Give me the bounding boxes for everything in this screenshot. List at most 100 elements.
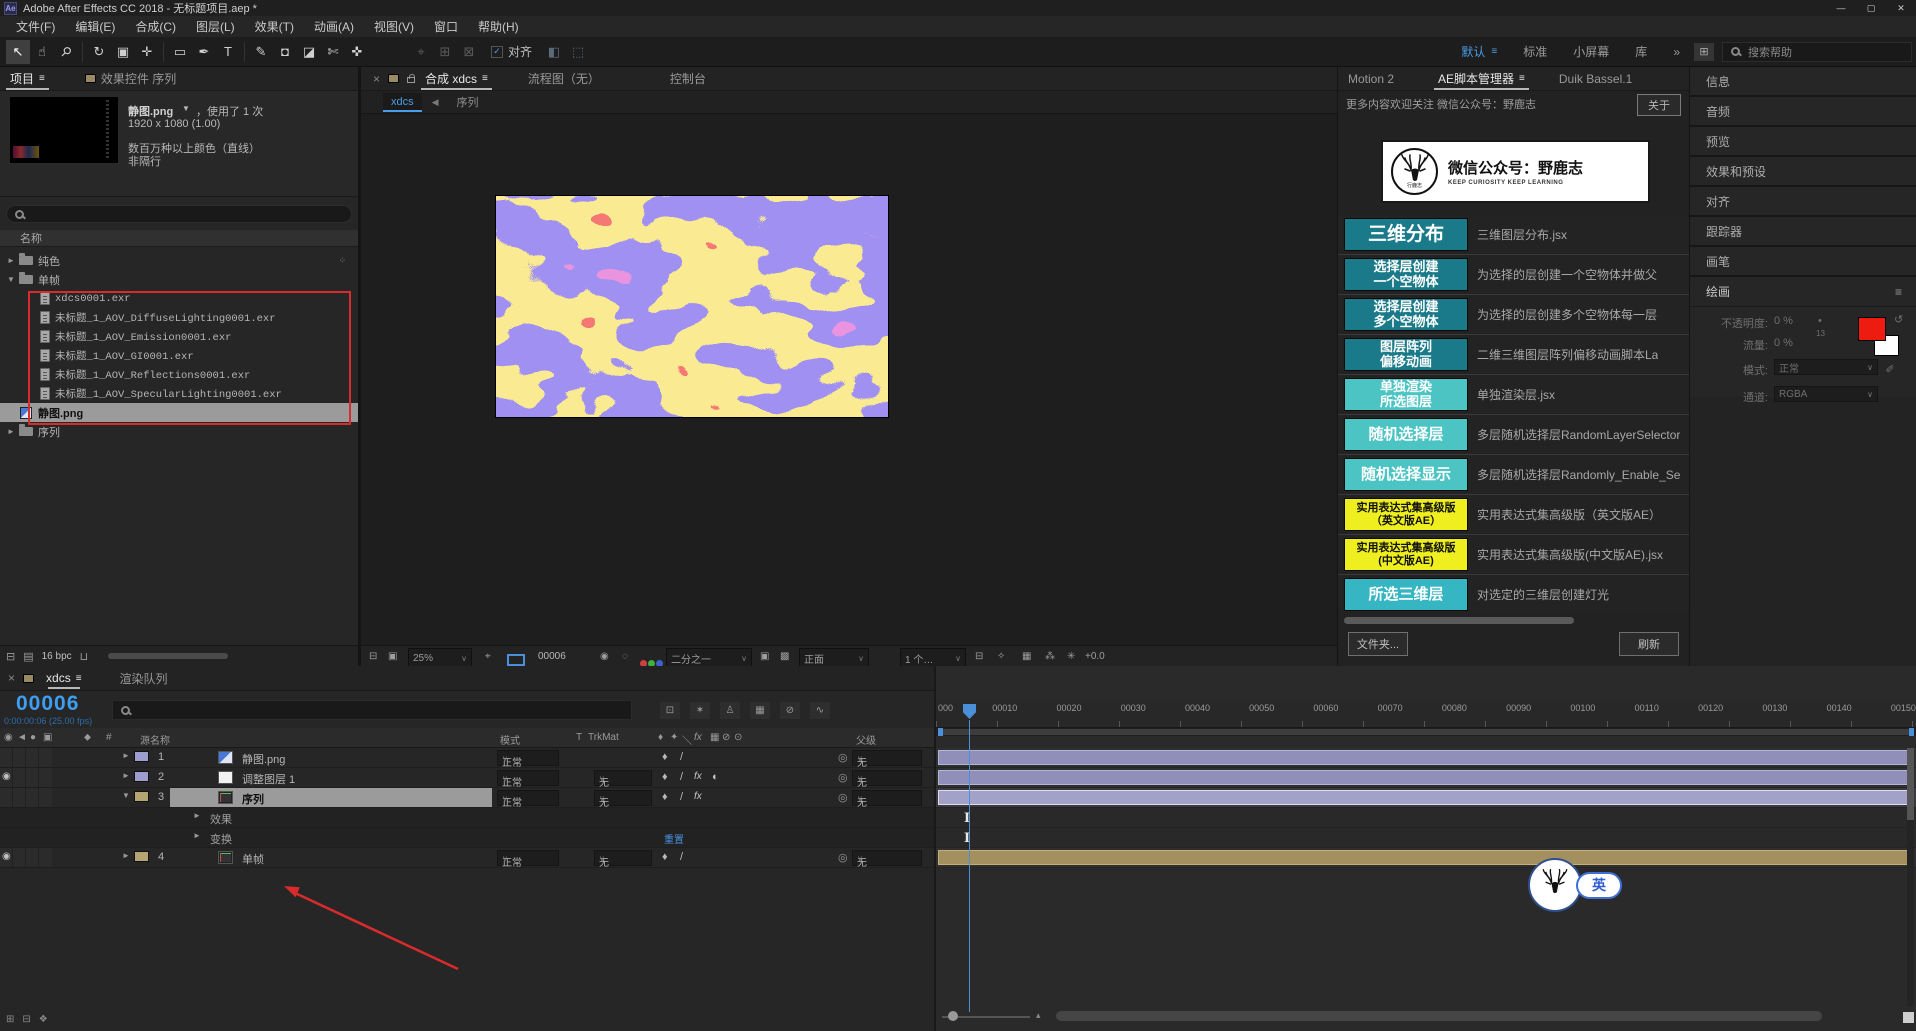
flow-value[interactable]: 0 %	[1774, 337, 1793, 349]
tab-script-manager[interactable]: AE脚本管理器 ≡	[1428, 67, 1535, 91]
opacity-value[interactable]: 0 %	[1774, 315, 1793, 327]
pickwhip-icon[interactable]: ◎	[838, 851, 848, 864]
blend-mode-select[interactable]: 正常∨	[497, 850, 559, 866]
panel-effects-presets[interactable]: 效果和预设	[1690, 157, 1916, 187]
time-ruler[interactable]: 0000001000020000300004000050000600007000…	[936, 700, 1916, 728]
workspace-bar-icon[interactable]: ⊞	[1694, 43, 1714, 61]
parent-column[interactable]: 父级	[856, 732, 876, 747]
grid-guides-icon[interactable]: ⌖	[485, 646, 491, 666]
help-search-input[interactable]: 搜索帮助	[1722, 42, 1912, 62]
workspace-menu-icon[interactable]: ≡	[1491, 46, 1497, 57]
main-monitor-icon[interactable]: ▣	[388, 646, 397, 666]
layer-bar-3-selected[interactable]	[938, 790, 1912, 805]
fx-switch[interactable]: fx	[694, 771, 702, 782]
eye-icon[interactable]: ◉	[2, 771, 11, 782]
panel-menu-icon[interactable]: ≡	[1895, 285, 1902, 299]
tab-project[interactable]: 项目 ≡	[0, 67, 55, 91]
brush-tool-icon[interactable]: ✎	[249, 40, 273, 64]
label-color-chip[interactable]	[134, 791, 149, 802]
mode-column[interactable]: 模式	[500, 732, 520, 747]
menu-effect[interactable]: 效果(T)	[245, 18, 304, 35]
fx-switch[interactable]: fx	[694, 791, 702, 802]
menu-composition[interactable]: 合成(C)	[125, 18, 186, 35]
snap-toggle[interactable]: ✓ 对齐	[491, 43, 532, 60]
layer-toggles[interactable]	[0, 748, 52, 767]
resize-grip[interactable]	[1903, 1012, 1914, 1023]
target-region-icon[interactable]: ▣	[760, 646, 769, 666]
script-button[interactable]: 实用表达式集高级版 (中文版AE)	[1344, 538, 1468, 571]
panel-menu-icon[interactable]: ≡	[39, 73, 45, 84]
eraser-tool-icon[interactable]: ◪	[297, 40, 321, 64]
script-button[interactable]: 图层阵列 偏移动画	[1344, 338, 1468, 371]
thumbnail-view-icon[interactable]: ▤	[23, 650, 33, 663]
panel-brushes[interactable]: 画笔	[1690, 247, 1916, 277]
workspace-tab-small-screen[interactable]: 小屏幕	[1573, 43, 1609, 60]
adjustment-layer-icon[interactable]: ◐	[712, 771, 719, 783]
foreground-color-swatch[interactable]	[1858, 317, 1886, 341]
trkmat-select[interactable]: 无∨	[594, 790, 652, 806]
timeline-button-icon[interactable]: ▦	[1022, 646, 1031, 666]
tab-motion2[interactable]: Motion 2	[1338, 67, 1404, 91]
script-button[interactable]: 所选三维层	[1344, 578, 1468, 611]
exposure-reset-icon[interactable]: ✳	[1067, 646, 1075, 666]
group-row-effects[interactable]: ► 效果	[0, 808, 934, 828]
viewer-frame-number[interactable]: 00006	[538, 646, 566, 666]
panel-info[interactable]: 信息	[1690, 67, 1916, 97]
zoom-slider-knob[interactable]	[948, 1011, 958, 1021]
menu-file[interactable]: 文件(F)	[6, 18, 65, 35]
name-column-header[interactable]: 名称	[0, 230, 358, 247]
exposure-value[interactable]: +0.0	[1085, 646, 1105, 666]
panel-audio[interactable]: 音频	[1690, 97, 1916, 127]
twirl-open-icon[interactable]: ▼	[122, 791, 130, 800]
blend-mode-select[interactable]: 正常∨	[497, 790, 559, 806]
parent-select[interactable]: 无∨	[852, 850, 922, 866]
always-preview-icon[interactable]: ⊟	[369, 646, 377, 666]
panel-menu-icon[interactable]: ≡	[76, 673, 82, 684]
tracks-vscrollbar[interactable]	[1907, 748, 1914, 1006]
shape-tool-icon[interactable]: ▭	[168, 40, 192, 64]
expand-transfer-pane-icon[interactable]: ❖	[39, 1014, 48, 1025]
folder-button[interactable]: 文件夹...	[1348, 632, 1408, 656]
comp-flowchart-icon[interactable]: ⁂	[1045, 646, 1055, 666]
work-area-start-handle[interactable]	[938, 728, 943, 736]
tab-flowchart[interactable]: 流程图（无）	[518, 67, 610, 91]
expand-av-pane-icon[interactable]: ⊞	[6, 1014, 14, 1025]
current-frame-display[interactable]: 00006	[16, 692, 79, 716]
tab-close-icon[interactable]: ×	[8, 671, 15, 685]
layer-row-2[interactable]: ◉ ► 2 调整图层 1 正常∨ 无∨ ♦ / fx ◐ ◎ 无∨	[0, 768, 934, 788]
timeline-search-input[interactable]	[112, 700, 632, 720]
menu-animation[interactable]: 动画(A)	[304, 18, 364, 35]
transparency-grid-icon[interactable]: ▩	[780, 646, 789, 666]
color-depth-button[interactable]: 16 bpc	[42, 651, 72, 662]
tab-render-queue[interactable]: 渲染队列	[110, 666, 178, 690]
blend-mode-select[interactable]: 正常∨	[497, 770, 559, 786]
layer-row-3-selected[interactable]: ▼ 3 序列 正常∨ 无∨ ♦ / fx ◎ 无∨	[0, 788, 934, 808]
minimize-button[interactable]: —	[1826, 0, 1856, 16]
trkmat-select[interactable]: 无∨	[594, 850, 652, 866]
maximize-button[interactable]: ▢	[1856, 0, 1886, 16]
hide-shy-icon[interactable]: ♙	[720, 702, 740, 719]
zoom-tool-icon[interactable]: ⚲	[49, 35, 83, 69]
magnification-select[interactable]: 25%∨	[408, 648, 472, 668]
comp-mini-flowchart-icon[interactable]: ⊡	[660, 702, 680, 719]
tree-item-folder[interactable]: ►纯色⁘	[0, 251, 358, 270]
puppet-pin-tool-icon[interactable]: ✜	[345, 40, 369, 64]
camera-tool-icon[interactable]: ▣	[111, 40, 135, 64]
menu-help[interactable]: 帮助(H)	[468, 18, 529, 35]
panel-menu-icon[interactable]: ≡	[482, 73, 488, 84]
menu-layer[interactable]: 图层(L)	[186, 18, 245, 35]
layer-bar-2[interactable]	[938, 770, 1912, 785]
mode-select[interactable]: 正常∨	[1774, 359, 1878, 375]
tab-timeline-xdcs[interactable]: xdcs ≡	[42, 666, 86, 690]
rotation-tool-icon[interactable]: ↻	[87, 40, 111, 64]
layer-bar-1[interactable]	[938, 750, 1912, 765]
motion-blur-icon[interactable]: ⊘	[780, 702, 800, 719]
refresh-button[interactable]: 刷新	[1619, 632, 1679, 656]
layer-row-1[interactable]: ► 1 静图.png 正常∨ ♦ / ◎ 无∨	[0, 748, 934, 768]
label-color-chip[interactable]	[134, 771, 149, 782]
pickwhip-icon[interactable]: ◎	[838, 751, 848, 764]
quality-switch[interactable]: ♦	[662, 771, 668, 783]
panel-align[interactable]: 对齐	[1690, 187, 1916, 217]
trkmat-column[interactable]: TrkMat	[588, 732, 619, 743]
views-layout-select[interactable]: 1 个…∨	[900, 648, 966, 668]
